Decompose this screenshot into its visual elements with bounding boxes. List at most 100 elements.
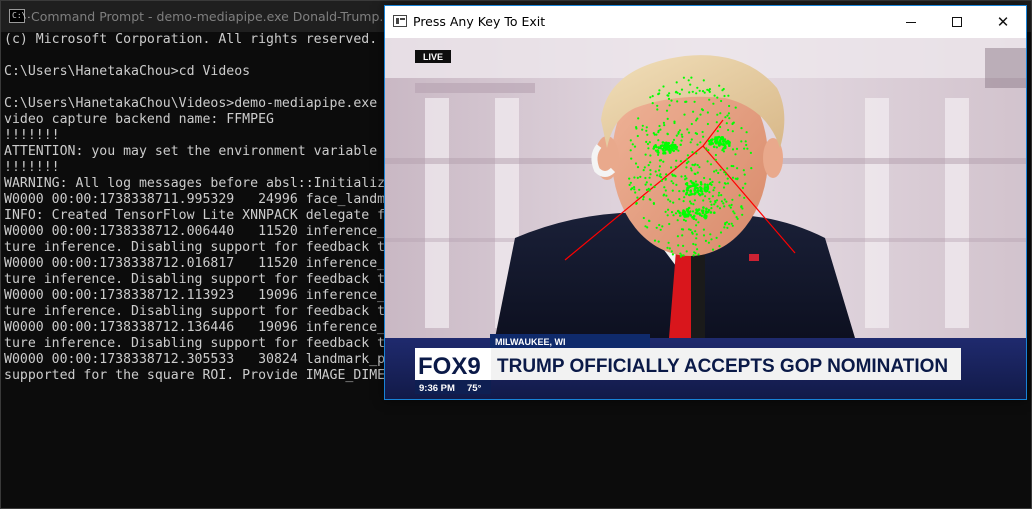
face-landmark-point bbox=[672, 201, 675, 204]
face-landmark-point bbox=[687, 79, 690, 82]
face-landmark-point bbox=[657, 240, 660, 243]
face-landmark-point bbox=[689, 141, 692, 144]
face-landmark-point bbox=[718, 191, 721, 194]
face-landmark-point bbox=[636, 176, 639, 179]
face-landmark-point bbox=[633, 188, 636, 191]
channel-logo: FOX9 bbox=[418, 353, 481, 380]
face-landmark-point bbox=[726, 114, 729, 117]
video-viewer-window[interactable]: Press Any Key To Exit ✕ LIVE MILWAUKEE, … bbox=[384, 5, 1027, 400]
face-landmark-point bbox=[735, 147, 739, 150]
face-landmark-point bbox=[738, 194, 741, 197]
face-landmark-point bbox=[728, 204, 731, 207]
face-landmark-point bbox=[685, 250, 688, 253]
face-landmark-point bbox=[629, 149, 632, 152]
face-landmark-point bbox=[691, 181, 695, 185]
video-frame-canvas: LIVE MILWAUKEE, WI FOX9 TRUMP OFFICIALLY… bbox=[385, 38, 1026, 399]
face-landmark-point bbox=[645, 126, 648, 129]
face-landmark-point bbox=[674, 147, 678, 150]
video-viewer-titlebar[interactable]: Press Any Key To Exit ✕ bbox=[385, 6, 1026, 38]
face-landmark-point bbox=[743, 196, 746, 199]
face-landmark-point bbox=[649, 161, 652, 164]
face-landmark-point bbox=[690, 122, 693, 126]
face-landmark-point bbox=[713, 211, 716, 214]
face-landmark-point bbox=[645, 129, 648, 132]
face-landmark-point bbox=[634, 162, 638, 165]
face-landmark-point bbox=[708, 191, 711, 194]
face-landmark-point bbox=[649, 183, 652, 186]
face-landmark-point bbox=[673, 144, 676, 148]
face-landmark-point bbox=[718, 140, 721, 144]
face-landmark-point bbox=[662, 152, 665, 155]
face-landmark-point bbox=[705, 207, 708, 211]
face-landmark-point bbox=[741, 186, 745, 189]
face-landmark-point bbox=[707, 149, 710, 152]
face-landmark-point bbox=[695, 119, 698, 122]
maximize-button[interactable] bbox=[934, 6, 980, 38]
video-frame[interactable]: LIVE MILWAUKEE, WI FOX9 TRUMP OFFICIALLY… bbox=[385, 38, 1026, 399]
face-landmark-point bbox=[657, 131, 660, 134]
face-landmark-point bbox=[676, 219, 679, 222]
face-landmark-point bbox=[665, 194, 668, 197]
face-landmark-point bbox=[657, 153, 660, 156]
face-landmark-point bbox=[679, 160, 682, 163]
face-landmark-point bbox=[662, 160, 665, 163]
face-landmark-point bbox=[726, 167, 729, 170]
face-landmark-point bbox=[731, 130, 734, 133]
face-landmark-point bbox=[677, 244, 680, 247]
face-landmark-point bbox=[671, 143, 674, 146]
face-landmark-point bbox=[668, 149, 672, 153]
face-landmark-point bbox=[716, 130, 719, 133]
live-badge-label: LIVE bbox=[423, 52, 443, 62]
face-landmark-point bbox=[709, 163, 713, 166]
face-landmark-point bbox=[707, 89, 711, 92]
face-landmark-point bbox=[664, 210, 667, 213]
face-landmark-point bbox=[736, 217, 739, 220]
face-landmark-point bbox=[659, 173, 662, 176]
face-landmark-point bbox=[700, 190, 704, 193]
face-landmark-point bbox=[667, 208, 670, 211]
console-app-icon: C:\. bbox=[9, 9, 31, 23]
face-landmark-point bbox=[682, 76, 685, 79]
face-landmark-point bbox=[636, 166, 640, 169]
face-landmark-point bbox=[702, 135, 705, 138]
minimize-button[interactable] bbox=[888, 6, 934, 38]
face-landmark-point bbox=[682, 218, 686, 221]
face-landmark-point bbox=[745, 143, 748, 147]
face-landmark-point bbox=[652, 132, 655, 135]
face-landmark-point bbox=[677, 149, 680, 152]
face-landmark-point bbox=[689, 228, 692, 231]
face-landmark-point bbox=[713, 170, 716, 173]
face-landmark-point bbox=[681, 234, 684, 237]
face-landmark-point bbox=[714, 200, 717, 203]
face-landmark-point bbox=[689, 83, 692, 86]
face-landmark-point bbox=[633, 145, 637, 148]
face-landmark-point bbox=[665, 143, 668, 147]
face-landmark-point bbox=[692, 203, 695, 206]
face-landmark-point bbox=[718, 84, 721, 87]
face-landmark-point bbox=[633, 186, 636, 189]
face-landmark-point bbox=[679, 255, 682, 258]
face-landmark-point bbox=[652, 202, 655, 205]
face-landmark-point bbox=[701, 192, 704, 196]
face-landmark-point bbox=[694, 163, 697, 166]
face-landmark-point bbox=[675, 159, 678, 162]
face-landmark-point bbox=[660, 176, 663, 179]
face-landmark-point bbox=[700, 187, 703, 190]
face-landmark-point bbox=[689, 167, 693, 170]
close-button[interactable]: ✕ bbox=[980, 6, 1026, 38]
face-landmark-point bbox=[652, 147, 655, 150]
temperature-label: 75° bbox=[467, 383, 482, 394]
face-landmark-point bbox=[699, 113, 702, 116]
face-landmark-point bbox=[675, 134, 678, 137]
face-landmark-point bbox=[691, 90, 694, 93]
face-landmark-point bbox=[726, 226, 729, 229]
face-landmark-point bbox=[661, 141, 665, 144]
face-landmark-point bbox=[685, 166, 688, 169]
face-landmark-point bbox=[740, 140, 743, 143]
close-icon: ✕ bbox=[996, 13, 1010, 31]
face-landmark-point bbox=[694, 243, 697, 246]
face-landmark-point bbox=[631, 187, 634, 190]
face-landmark-point bbox=[668, 92, 671, 95]
face-landmark-point bbox=[656, 104, 659, 107]
face-landmark-point bbox=[689, 190, 692, 193]
